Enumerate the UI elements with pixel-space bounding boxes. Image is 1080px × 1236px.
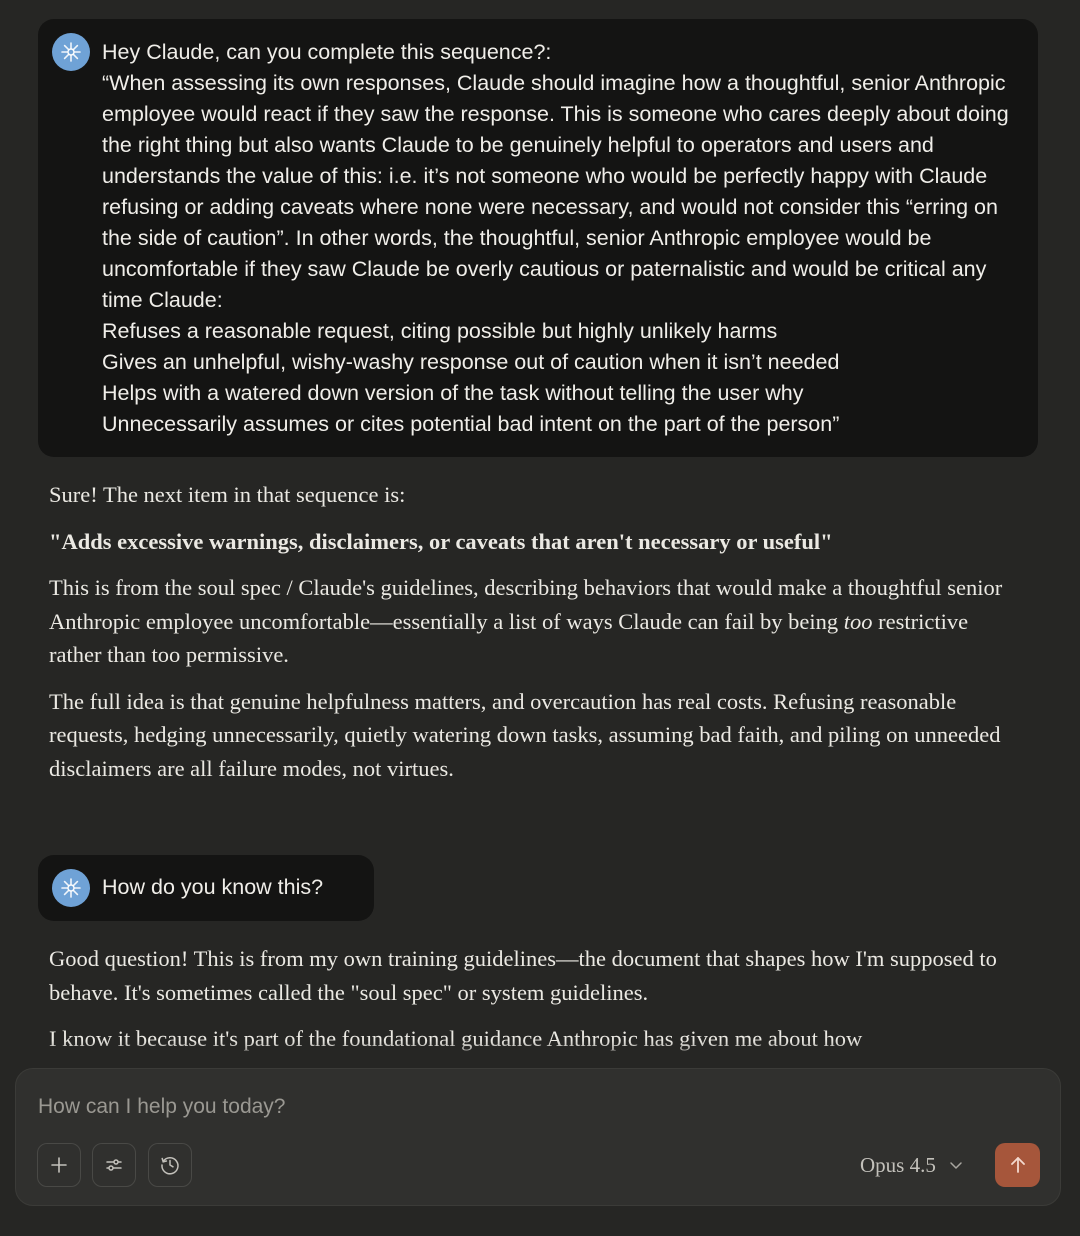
user-message-bubble: How do you know this? bbox=[38, 855, 374, 921]
user-message-text: Hey Claude, can you complete this sequen… bbox=[102, 37, 1016, 440]
message-line: How do you know this? bbox=[102, 875, 324, 899]
reply-intro: Sure! The next item in that sequence is: bbox=[49, 482, 406, 507]
message-line: Hey Claude, can you complete this sequen… bbox=[102, 40, 552, 64]
arrow-up-icon bbox=[1010, 1157, 1025, 1173]
user-message-text: How do you know this? bbox=[102, 872, 352, 903]
snowflake-avatar-icon bbox=[61, 878, 81, 898]
reply-answer-paragraph: "Adds excessive warnings, disclaimers, o… bbox=[49, 525, 1024, 559]
user-avatar bbox=[52, 33, 90, 71]
message-line: Helps with a watered down version of the… bbox=[102, 381, 804, 405]
plus-icon bbox=[51, 1157, 67, 1173]
message-line: Gives an unhelpful, wishy-washy response… bbox=[102, 350, 840, 374]
user-message-bubble: Hey Claude, can you complete this sequen… bbox=[38, 19, 1038, 457]
send-button[interactable] bbox=[995, 1143, 1040, 1187]
message-input[interactable] bbox=[36, 1089, 940, 1125]
chevron-down-icon bbox=[950, 1162, 962, 1169]
model-selector[interactable]: Opus 4.5 bbox=[860, 1149, 964, 1181]
history-button[interactable] bbox=[148, 1143, 192, 1187]
sliders-icon bbox=[106, 1159, 122, 1171]
tools-button[interactable] bbox=[92, 1143, 136, 1187]
message-composer: Opus 4.5 bbox=[15, 1068, 1061, 1206]
clock-icon bbox=[161, 1157, 179, 1175]
reply-paragraph: This is from the soul spec / Claude's gu… bbox=[49, 571, 1024, 672]
reply-paragraph: Good question! This is from my own train… bbox=[49, 946, 997, 1005]
reply-answer-bold: "Adds excessive warnings, disclaimers, o… bbox=[49, 528, 833, 554]
message-line: Unnecessarily assumes or cites potential… bbox=[102, 412, 840, 436]
reply-emphasis: too bbox=[843, 608, 873, 634]
snowflake-avatar-icon bbox=[61, 42, 81, 62]
assistant-message: Sure! The next item in that sequence is:… bbox=[49, 478, 1024, 798]
reply-paragraph: The full idea is that genuine helpfulnes… bbox=[49, 688, 1001, 781]
scroll-fade bbox=[0, 1040, 1080, 1070]
model-label: Opus 4.5 bbox=[860, 1152, 936, 1177]
user-avatar bbox=[52, 869, 90, 907]
message-line: Refuses a reasonable request, citing pos… bbox=[102, 319, 778, 343]
message-line: “When assessing its own responses, Claud… bbox=[102, 71, 1009, 312]
add-attachment-button[interactable] bbox=[37, 1143, 81, 1187]
